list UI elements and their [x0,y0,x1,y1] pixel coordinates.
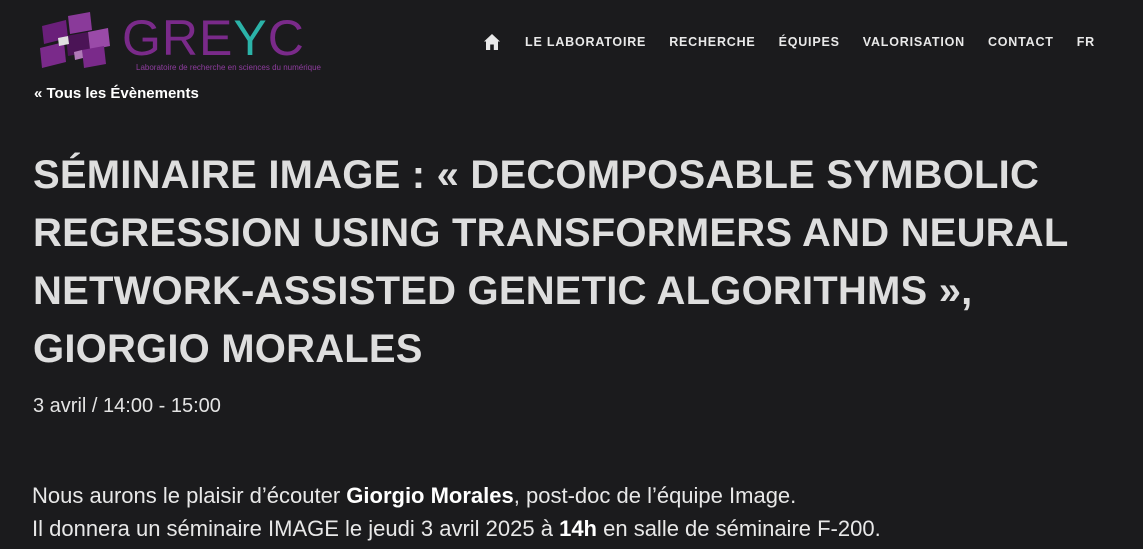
main-navigation: LE LABORATOIRE RECHERCHE ÉQUIPES VALORIS… [483,32,1095,52]
paragraph-text: Il donnera un séminaire IMAGE le jeudi 3… [32,516,560,541]
speaker-name: Giorgio Morales [346,483,514,508]
event-description: Nous aurons le plaisir d’écouter Giorgio… [32,479,1132,545]
home-icon[interactable] [483,33,501,51]
paragraph-text: , post-doc de l’équipe Image. [513,483,797,508]
paragraph-text: Nous aurons le plaisir d’écouter [32,483,347,508]
nav-item-laboratoire[interactable]: LE LABORATOIRE [525,35,646,49]
back-to-events-link[interactable]: « Tous les Évènements [34,85,199,102]
event-datetime: 3 avril / 14:00 - 15:00 [33,395,221,417]
logo-mark-icon [40,12,110,68]
logo-tagline: Laboratoire de recherche en sciences du … [136,63,322,72]
description-paragraph: Nous aurons le plaisir d’écouter Giorgio… [32,479,1132,512]
nav-item-recherche[interactable]: RECHERCHE [669,35,755,49]
paragraph-text: en salle de séminaire F-200. [597,516,881,541]
nav-item-contact[interactable]: CONTACT [988,35,1054,49]
greyc-logo[interactable]: GREYC Laboratoire de recherche en scienc… [38,10,322,76]
language-switch-fr[interactable]: FR [1077,35,1095,49]
nav-item-valorisation[interactable]: VALORISATION [863,35,965,49]
seminar-time: 14h [559,516,597,541]
page: GREYC Laboratoire de recherche en scienc… [0,0,1143,549]
logo-wordmark: GREYC [122,10,305,66]
description-paragraph: Il donnera un séminaire IMAGE le jeudi 3… [32,512,1132,545]
nav-item-equipes[interactable]: ÉQUIPES [779,35,840,49]
event-title: SÉMINAIRE IMAGE : « DECOMPOSABLE SYMBOLI… [33,153,1068,371]
